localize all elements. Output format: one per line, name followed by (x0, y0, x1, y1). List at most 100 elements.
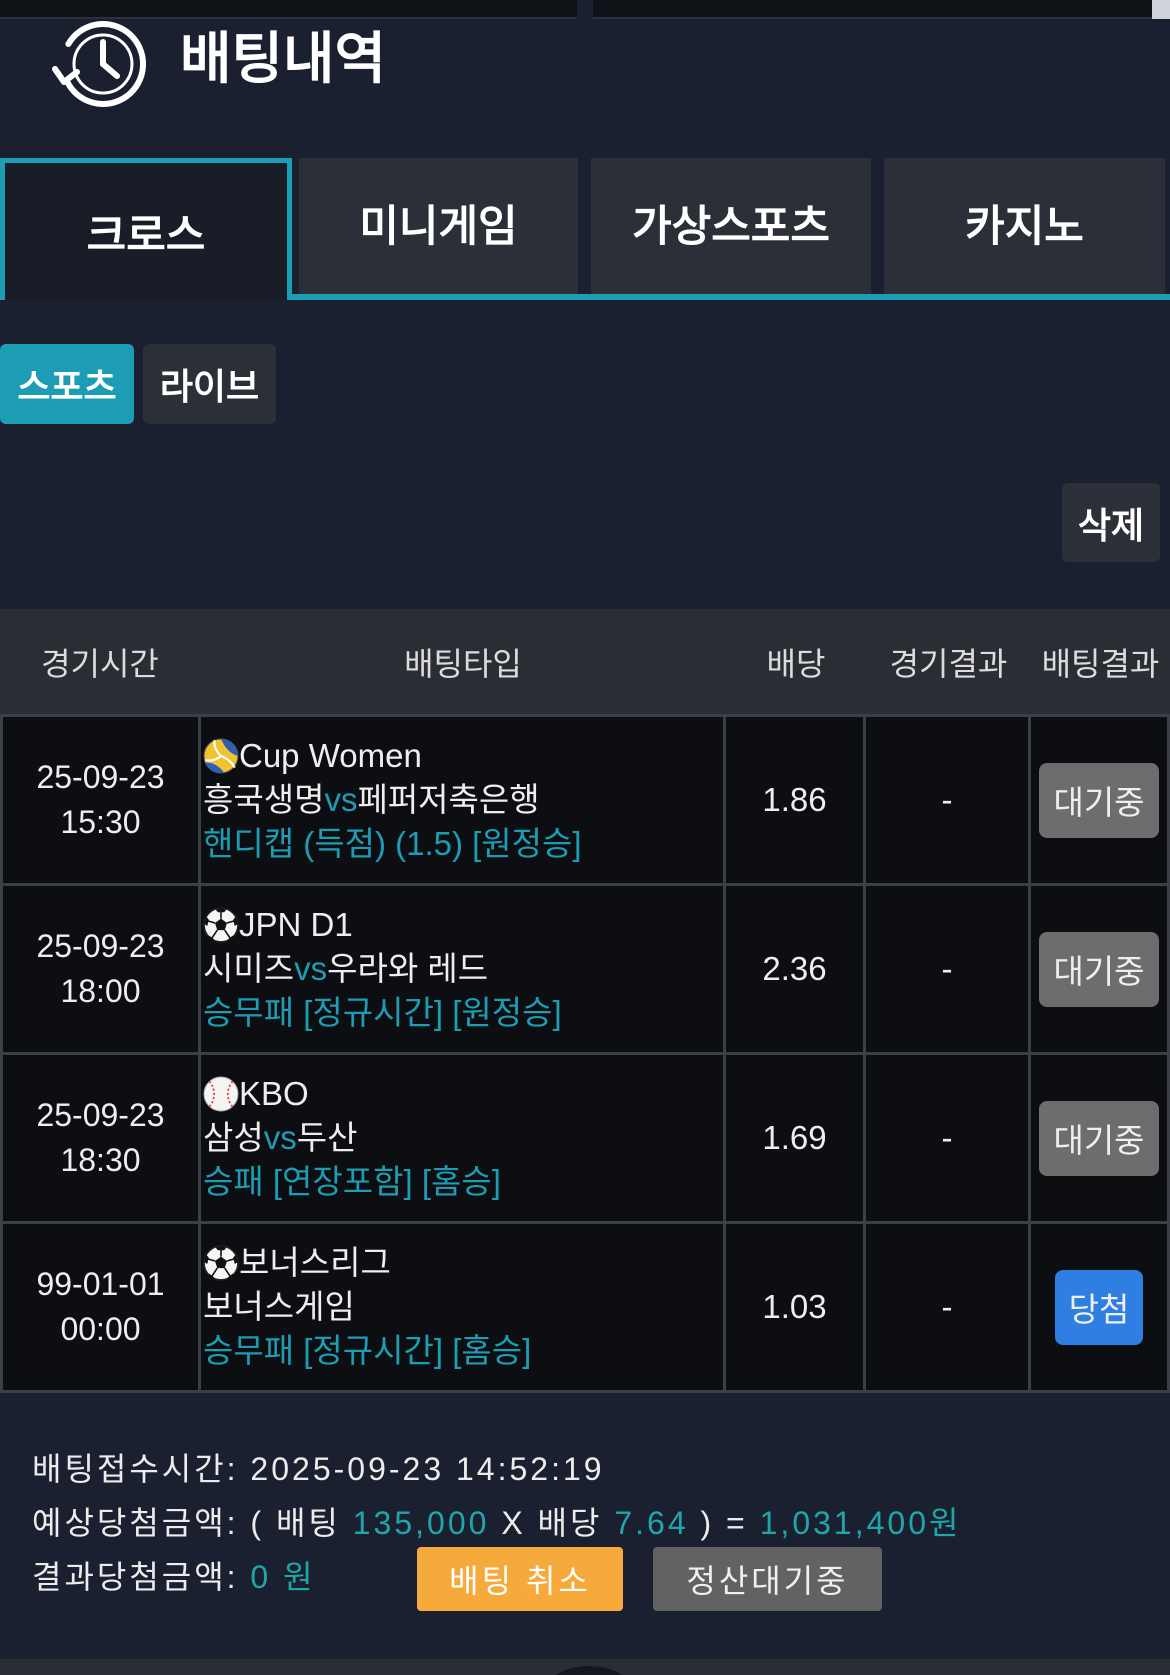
teams-line: 삼성 vs 두산 (203, 1116, 357, 1160)
tab-label: 가상스포츠 (632, 203, 830, 251)
odds-cell: 2.36 (726, 886, 863, 1052)
match-clock-time: 15:30 (60, 804, 141, 840)
match-date: 25-09-23 (36, 1097, 165, 1133)
match-clock-time: 00:00 (60, 1311, 141, 1347)
bet-result-badge: 대기중 (1039, 1100, 1159, 1176)
scrollbar-thumb[interactable] (1152, 0, 1170, 19)
league-line: JPN D1 (203, 903, 353, 947)
game-result-cell: - (866, 1224, 1028, 1390)
column-header-game-result: 경기결과 (889, 645, 1008, 682)
market-selection: 핸디캡 (득점) (1.5) [원정승] (203, 825, 582, 862)
received-time-label: 배팅접수시간: (32, 1451, 239, 1487)
soccer-ball-icon (203, 1245, 239, 1281)
bet-type-cell: JPN D1 시미즈 vs 우라와 레드 승무패 [정규시간] [원정승] (201, 886, 723, 1052)
expected-win-line: 예상당첨금액: ( 배팅 135,000 X 배당 7.64 ) = 1,031… (32, 1496, 1162, 1550)
away-team: 페퍼저축은행 (357, 781, 540, 818)
delete-button[interactable]: 삭제 (1062, 483, 1160, 562)
game-result-cell: - (866, 717, 1028, 883)
home-team: 보너스게임 (203, 1288, 355, 1325)
bet-table-header: 경기시간 배팅타입 배당 경기결과 배팅결과 (0, 609, 1170, 714)
away-team: 우라와 레드 (327, 950, 489, 987)
home-team: 시미즈 (203, 950, 295, 987)
expected-win-label: 예상당첨금액: (32, 1505, 239, 1541)
column-header-bet-type: 배팅타입 (404, 645, 522, 682)
tab-minigame[interactable]: 미니게임 (299, 158, 578, 294)
page-title: 배팅내역 (180, 27, 387, 90)
market-selection: 승무패 [정규시간] [원정승] (203, 994, 562, 1031)
tab-cross[interactable]: 크로스 (0, 158, 292, 300)
baseball-icon (203, 1076, 239, 1112)
cancel-bet-button[interactable]: 배팅 취소 (417, 1547, 623, 1611)
bet-result-badge: 대기중 (1039, 762, 1159, 838)
bet-result-cell: 대기중 (1031, 1055, 1167, 1221)
bet-type-cell: Cup Women 흥국생명 vs 페퍼저축은행 핸디캡 (득점) (1.5) [원… (201, 717, 723, 883)
received-time-line: 배팅접수시간: 2025-09-23 14:52:19 (32, 1442, 1162, 1496)
league-line: 보너스리그 (203, 1241, 391, 1285)
game-result-value: - (941, 1288, 953, 1325)
match-time-cell: 25-09-23 15:30 (3, 717, 198, 883)
tab-label: 크로스 (86, 211, 206, 260)
odds-cell: 1.03 (726, 1224, 863, 1390)
received-time-value: 2025-09-23 14:52:19 (250, 1451, 605, 1487)
soccer-ball-icon (203, 907, 239, 943)
volleyball-icon (203, 738, 239, 774)
bet-amount-value: 135,000 (352, 1505, 490, 1541)
bet-table-body: 25-09-23 15:30 Cup Women 흥국생명 vs 페퍼저축은행 … (0, 714, 1170, 1393)
bet-result-badge: 당첨 (1054, 1269, 1144, 1345)
league-name: 보너스리그 (239, 1244, 391, 1281)
league-name: JPN D1 (239, 906, 353, 943)
vs-label: vs (263, 1119, 297, 1156)
paren-close: ) (700, 1505, 715, 1541)
subtab-label: 라이브 (159, 366, 260, 407)
history-clock-icon (51, 19, 147, 107)
tab-underline (287, 294, 1170, 300)
match-date: 25-09-23 (36, 759, 165, 795)
match-time-cell: 25-09-23 18:30 (3, 1055, 198, 1221)
game-result-value: - (941, 950, 953, 987)
game-result-cell: - (866, 886, 1028, 1052)
total-odds-value: 7.64 (614, 1505, 689, 1541)
home-team: 흥국생명 (203, 781, 325, 818)
column-header-match-time: 경기시간 (41, 645, 159, 682)
subtab-sports[interactable]: 스포츠 (0, 344, 134, 424)
bet-result-cell: 당첨 (1031, 1224, 1167, 1390)
equals-sign: = (726, 1505, 748, 1541)
expected-win-amount: 1,031,400원 (759, 1505, 962, 1541)
teams-line: 흥국생명 vs 페퍼저축은행 (203, 778, 540, 822)
result-win-label: 결과당첨금액: (32, 1559, 239, 1595)
vs-label: vs (324, 781, 358, 818)
match-clock-time: 18:30 (60, 1142, 141, 1178)
match-date: 25-09-23 (36, 928, 165, 964)
market-selection: 승무패 [정규시간] [홈승] (203, 1332, 532, 1369)
settlement-pending-button: 정산대기중 (653, 1547, 882, 1611)
teams-line: 시미즈 vs 우라와 레드 (203, 947, 488, 991)
away-team: 두산 (296, 1119, 358, 1156)
tab-label: 미니게임 (359, 203, 518, 251)
league-line: Cup Women (203, 734, 422, 778)
tab-casino[interactable]: 카지노 (884, 158, 1165, 294)
teams-line: 보너스게임 (203, 1285, 355, 1329)
bet-type-cell: KBO 삼성 vs 두산 승패 [연장포함] [홈승] (201, 1055, 723, 1221)
match-date: 99-01-01 (36, 1266, 165, 1302)
paren-open: ( (250, 1505, 265, 1541)
bet-result-cell: 대기중 (1031, 886, 1167, 1052)
league-name: KBO (239, 1075, 309, 1112)
home-team: 삼성 (203, 1119, 264, 1156)
odds-value: 1.03 (762, 1288, 827, 1325)
match-clock-time: 18:00 (60, 973, 141, 1009)
game-result-cell: - (866, 1055, 1028, 1221)
subtab-label: 스포츠 (17, 366, 117, 407)
column-header-bet-result: 배팅결과 (1041, 645, 1160, 682)
match-time-cell: 99-01-01 00:00 (3, 1224, 198, 1390)
tab-virtual-sports[interactable]: 가상스포츠 (591, 158, 871, 294)
odds-value: 1.86 (762, 781, 827, 818)
market-selection: 승패 [연장포함] [홈승] (203, 1163, 501, 1200)
total-odds-label: 배당 (537, 1505, 603, 1541)
subtab-live[interactable]: 라이브 (143, 344, 276, 424)
previous-section-panel-left (0, 0, 577, 19)
league-line: KBO (203, 1072, 309, 1116)
odds-cell: 1.69 (726, 1055, 863, 1221)
game-result-value: - (941, 1119, 953, 1156)
odds-cell: 1.86 (726, 717, 863, 883)
tab-label: 카지노 (965, 203, 1084, 251)
